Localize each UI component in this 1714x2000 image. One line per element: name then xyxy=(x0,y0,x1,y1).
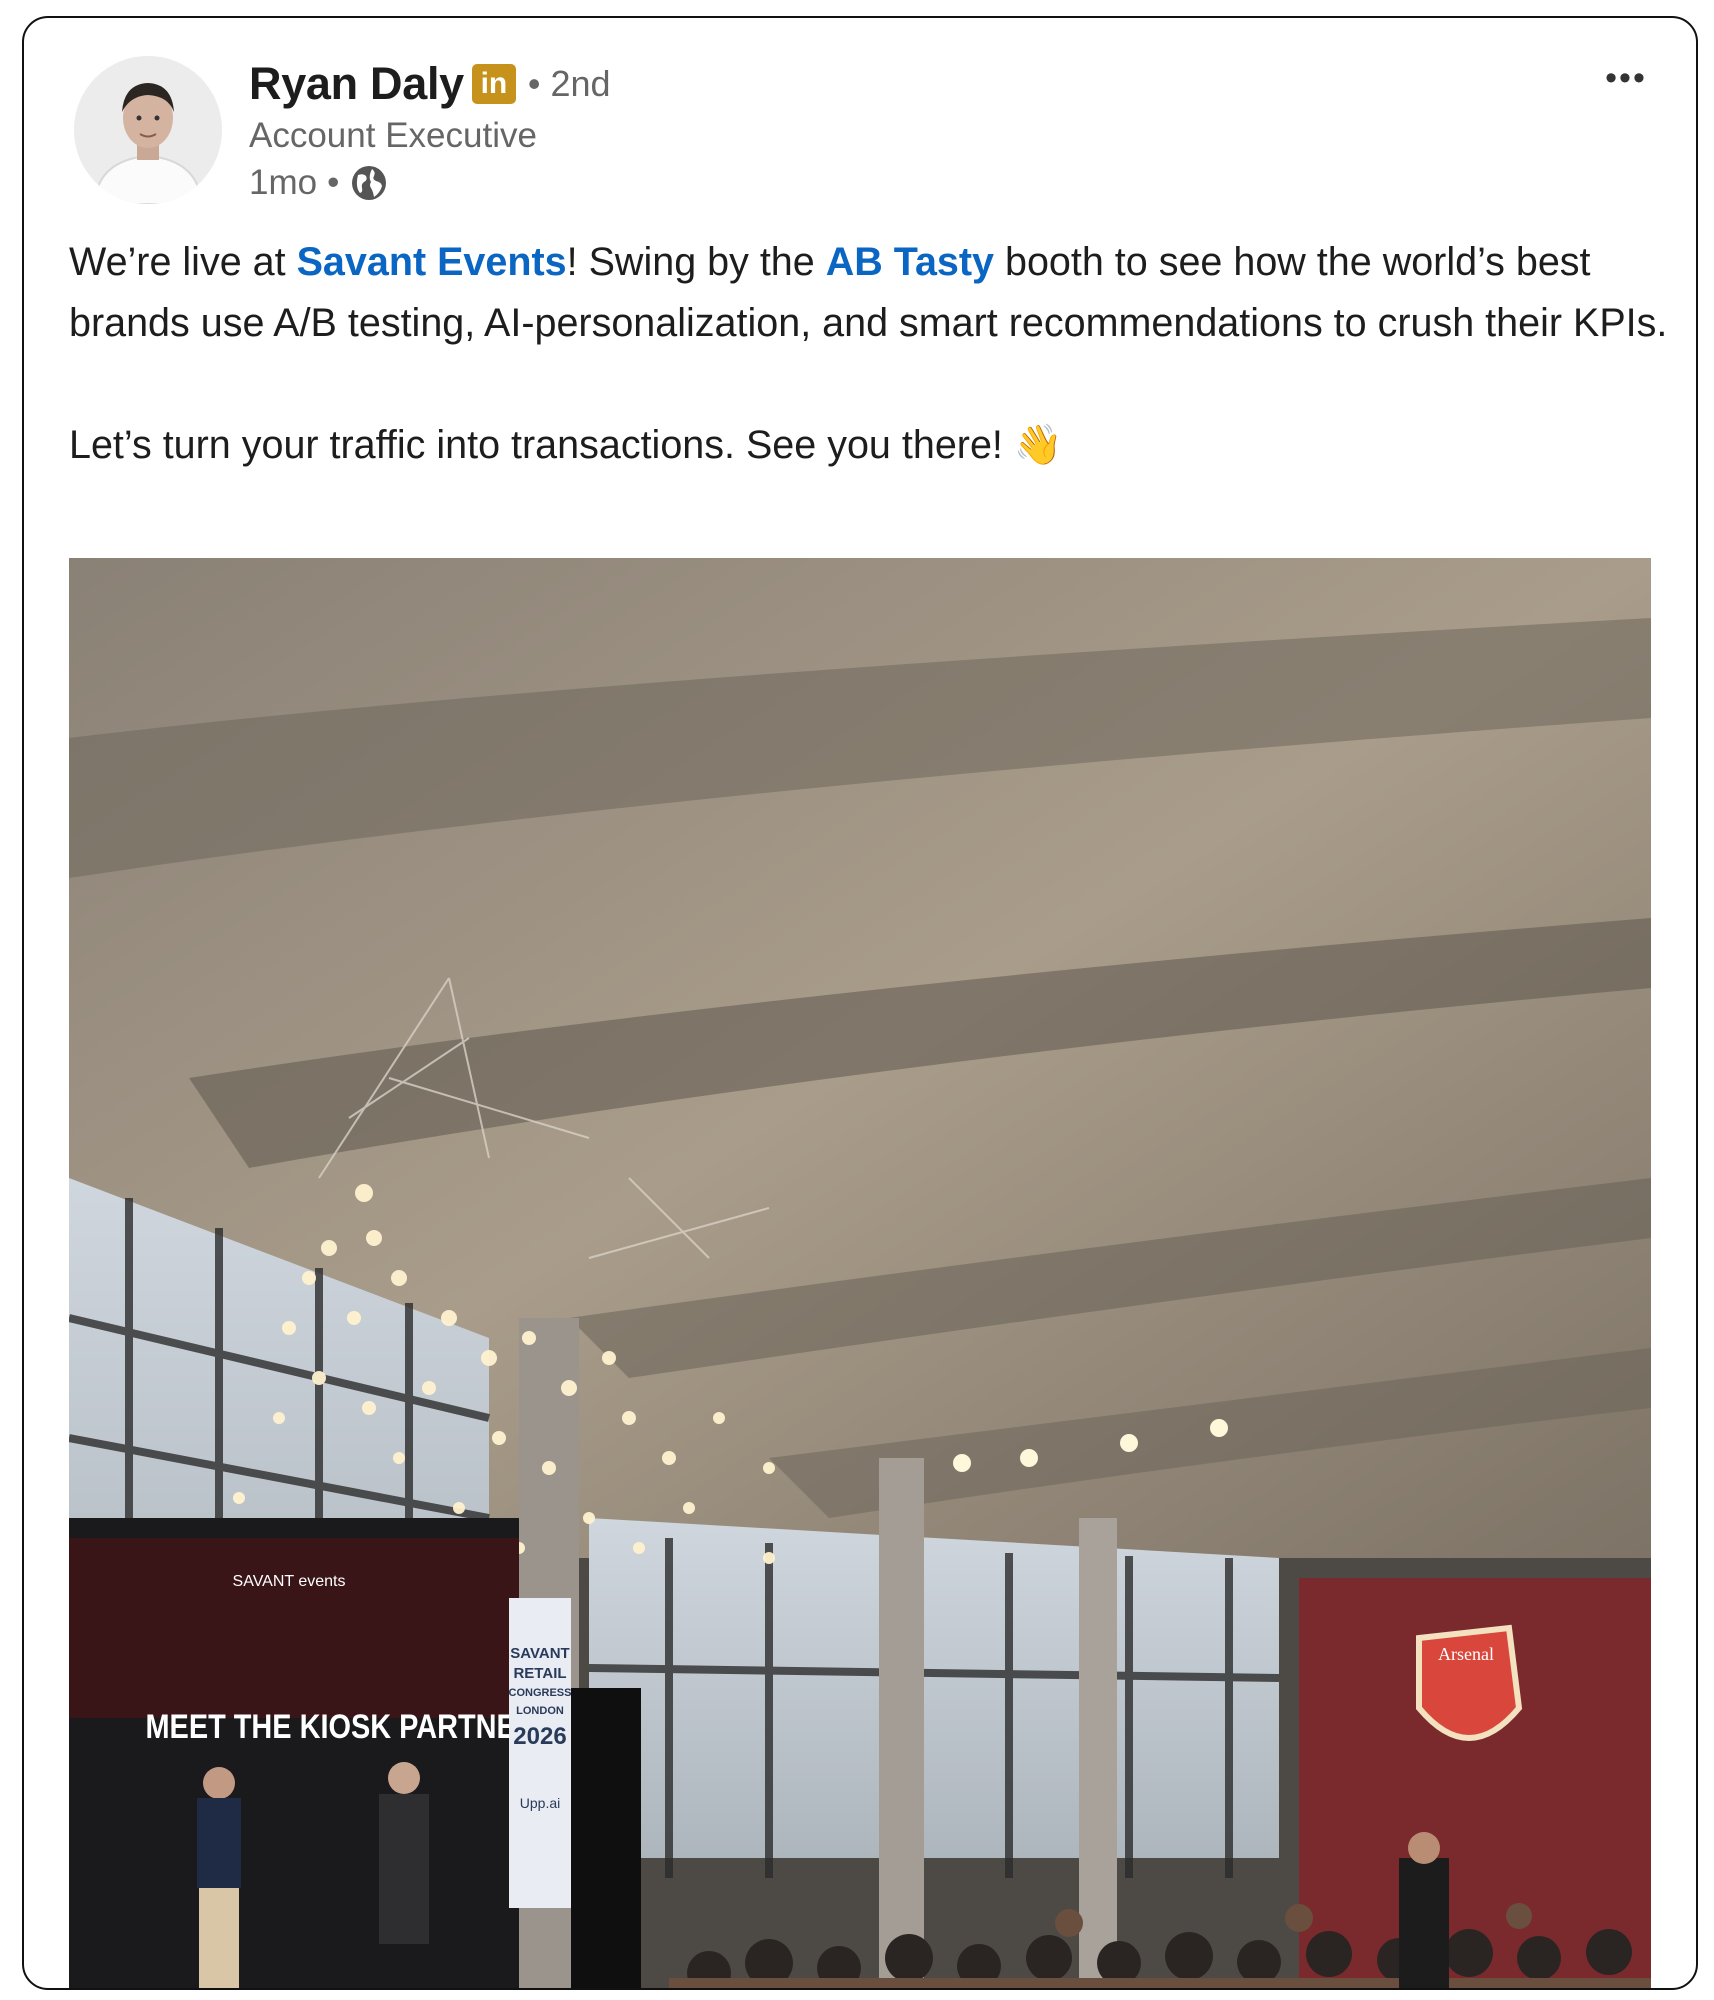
connection-degree: • 2nd xyxy=(527,63,611,104)
author-name[interactable]: Ryan Daly xyxy=(249,58,464,110)
text-segment: ! Swing by the xyxy=(566,240,826,284)
svg-text:MEET THE KIOSK PARTNERS: MEET THE KIOSK PARTNERS xyxy=(146,1707,556,1746)
svg-text:Upp.ai: Upp.ai xyxy=(520,1795,560,1811)
meta-separator: • xyxy=(327,163,340,202)
post-image[interactable]: Arsenal SAVANT events MEET THE KIOSK PAR… xyxy=(69,558,1651,1988)
post-text: We’re live at Savant Events! Swing by th… xyxy=(69,232,1669,476)
mention-savant-events-link[interactable]: Savant Events xyxy=(297,240,567,284)
author-headline: Account Executive xyxy=(249,116,537,155)
svg-text:CONGRESS: CONGRESS xyxy=(509,1687,572,1699)
post-meta: 1mo • xyxy=(249,163,389,203)
author-name-row: Ryan Daly in • 2nd xyxy=(249,54,611,114)
text-segment: We’re live at xyxy=(69,240,297,284)
svg-text:Arsenal: Arsenal xyxy=(1438,1644,1494,1664)
post-paragraph-1: We’re live at Savant Events! Swing by th… xyxy=(69,232,1669,354)
svg-text:2026: 2026 xyxy=(513,1723,566,1750)
post-paragraph-2: Let’s turn your traffic into transaction… xyxy=(69,423,1064,467)
more-options-button[interactable]: ••• xyxy=(1596,58,1656,98)
arsenal-crest-icon: Arsenal xyxy=(1416,1624,1523,1741)
post-card: Ryan Daly in • 2nd Account Executive 1mo… xyxy=(22,16,1698,1990)
post-time: 1mo xyxy=(249,163,318,202)
svg-text:LONDON: LONDON xyxy=(516,1705,564,1717)
svg-text:RETAIL: RETAIL xyxy=(513,1665,566,1682)
linkedin-icon: in xyxy=(471,64,516,104)
mention-ab-tasty-link[interactable]: AB Tasty xyxy=(826,240,994,284)
globe-icon xyxy=(349,163,389,203)
svg-text:SAVANT: SAVANT xyxy=(510,1645,569,1662)
svg-text:SAVANT events: SAVANT events xyxy=(233,1573,346,1590)
author-avatar[interactable] xyxy=(74,56,222,204)
